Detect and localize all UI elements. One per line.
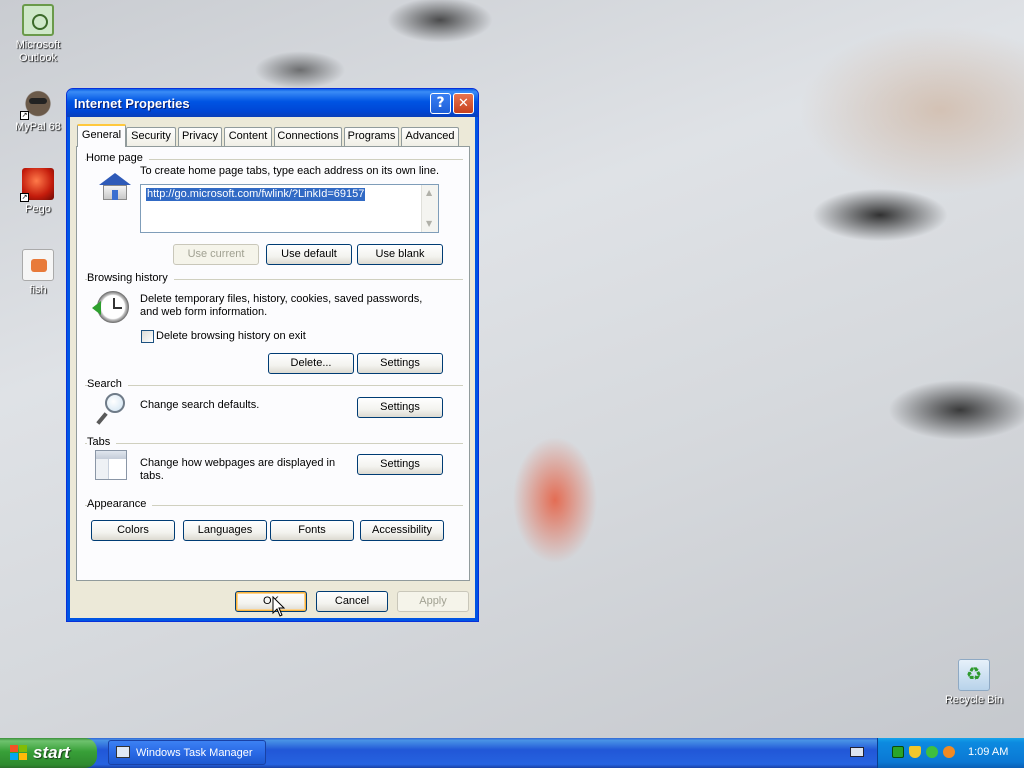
shortcut-arrow-icon: ↗ bbox=[20, 193, 29, 202]
use-current-button[interactable]: Use current bbox=[173, 244, 259, 265]
image-file-icon bbox=[22, 249, 54, 281]
update-icon[interactable] bbox=[926, 746, 938, 758]
mouse-cursor-icon bbox=[272, 596, 286, 617]
tabs-icon bbox=[95, 450, 127, 480]
use-blank-button[interactable]: Use blank bbox=[357, 244, 443, 265]
delete-history-on-exit-label[interactable]: Delete browsing history on exit bbox=[156, 330, 306, 343]
system-tray: 1:09 AM bbox=[877, 738, 1024, 768]
use-default-button[interactable]: Use default bbox=[266, 244, 352, 265]
taskbar-item-label: Windows Task Manager bbox=[136, 747, 253, 759]
desktop-icon-label: Pego bbox=[25, 203, 51, 215]
browsing-history-heading: Browsing history bbox=[87, 272, 174, 284]
desktop-icon-label: MyPal 68 bbox=[15, 121, 61, 133]
dialog-title: Internet Properties bbox=[74, 96, 190, 111]
appearance-heading: Appearance bbox=[87, 498, 153, 510]
start-label: start bbox=[33, 743, 70, 762]
group-divider bbox=[85, 385, 463, 386]
dialog-client: General Security Privacy Content Connect… bbox=[71, 117, 474, 617]
languages-button[interactable]: Languages bbox=[183, 520, 267, 541]
tab-privacy[interactable]: Privacy bbox=[178, 127, 222, 146]
desktop-icon-label: Recycle Bin bbox=[944, 694, 1004, 706]
taskbar: start Windows Task Manager 1:09 AM bbox=[0, 738, 1024, 768]
desktop-icon-outlook[interactable]: Microsoft Outlook bbox=[0, 4, 76, 65]
tab-content[interactable]: Content bbox=[224, 127, 272, 146]
shortcut-arrow-icon: ↗ bbox=[20, 111, 29, 120]
history-settings-button[interactable]: Settings bbox=[357, 353, 443, 374]
home-page-url-textarea[interactable]: http://go.microsoft.com/fwlink/?LinkId=6… bbox=[140, 184, 439, 233]
tab-programs[interactable]: Programs bbox=[344, 127, 399, 146]
start-button[interactable]: start bbox=[0, 738, 97, 768]
apply-button[interactable]: Apply bbox=[397, 591, 469, 612]
desktop-icon-label: Microsoft Outlook bbox=[15, 39, 61, 64]
taskbar-clock[interactable]: 1:09 AM bbox=[968, 746, 1008, 758]
search-description: Change search defaults. bbox=[140, 399, 260, 411]
tab-connections[interactable]: Connections bbox=[274, 127, 342, 146]
windows-logo-icon bbox=[10, 745, 28, 761]
close-button[interactable]: ✕ bbox=[453, 93, 474, 114]
scroll-up-icon[interactable]: ▲ bbox=[426, 188, 432, 197]
ok-button[interactable]: OK bbox=[235, 591, 307, 612]
home-page-instruction: To create home page tabs, type each addr… bbox=[140, 165, 440, 177]
url-scrollbar[interactable]: ▲ ▼ bbox=[421, 185, 438, 232]
tabs-heading: Tabs bbox=[87, 436, 117, 448]
security-shield-icon[interactable] bbox=[909, 746, 921, 758]
help-button[interactable]: ? bbox=[430, 93, 451, 114]
outlook-icon bbox=[22, 4, 54, 36]
desktop-icon-fish[interactable]: fish bbox=[0, 249, 76, 297]
tab-security[interactable]: Security bbox=[126, 127, 176, 146]
home-page-icon bbox=[99, 173, 131, 201]
pego-icon: ↗ bbox=[20, 168, 54, 202]
network-icon[interactable] bbox=[892, 746, 904, 758]
general-tab-panel: Home page To create home page tabs, type… bbox=[76, 146, 470, 581]
task-manager-icon bbox=[116, 746, 130, 758]
search-tray-icon[interactable] bbox=[943, 746, 955, 758]
delete-history-button[interactable]: Delete... bbox=[268, 353, 354, 374]
desktop-icon-mypal[interactable]: ↗ MyPal 68 bbox=[0, 86, 76, 134]
taskbar-item-task-manager[interactable]: Windows Task Manager bbox=[108, 740, 266, 765]
group-divider bbox=[85, 443, 463, 444]
search-settings-button[interactable]: Settings bbox=[357, 397, 443, 418]
accessibility-button[interactable]: Accessibility bbox=[360, 520, 444, 541]
search-icon bbox=[96, 393, 127, 425]
home-page-url: http://go.microsoft.com/fwlink/?LinkId=6… bbox=[146, 188, 366, 201]
keyboard-icon[interactable] bbox=[850, 747, 864, 757]
tab-general[interactable]: General bbox=[77, 124, 126, 147]
search-heading: Search bbox=[87, 378, 128, 390]
tab-advanced[interactable]: Advanced bbox=[401, 127, 459, 146]
recycle-bin-icon bbox=[958, 659, 990, 691]
scroll-down-icon[interactable]: ▼ bbox=[426, 219, 432, 228]
cancel-button[interactable]: Cancel bbox=[316, 591, 388, 612]
history-clock-icon bbox=[92, 291, 129, 323]
tabs-description: Change how webpages are displayed in tab… bbox=[140, 457, 336, 482]
colors-button[interactable]: Colors bbox=[91, 520, 175, 541]
tabs-settings-button[interactable]: Settings bbox=[357, 454, 443, 475]
desktop-icon-recycle-bin[interactable]: Recycle Bin bbox=[936, 659, 1012, 707]
delete-history-on-exit-checkbox[interactable] bbox=[141, 330, 154, 343]
internet-properties-dialog[interactable]: Internet Properties ? ✕ General Security… bbox=[66, 88, 479, 622]
fonts-button[interactable]: Fonts bbox=[270, 520, 354, 541]
browsing-history-description: Delete temporary files, history, cookies… bbox=[140, 293, 423, 318]
home-page-heading: Home page bbox=[86, 152, 149, 164]
desktop-icon-label: fish bbox=[29, 284, 47, 296]
desktop-icon-pego[interactable]: ↗ Pego bbox=[0, 168, 76, 216]
title-bar[interactable]: Internet Properties ? ✕ bbox=[67, 89, 478, 117]
mypal-icon: ↗ bbox=[20, 86, 54, 120]
